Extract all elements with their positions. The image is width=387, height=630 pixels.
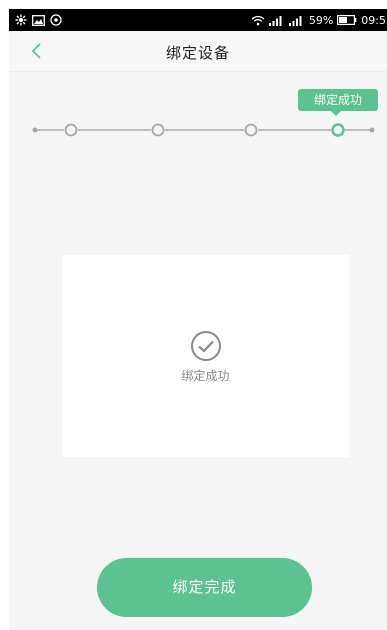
- result-card: 绑定成功: [62, 255, 349, 457]
- result-label: 绑定成功: [181, 369, 230, 383]
- status-bar-right: 59% 09:55: [251, 12, 387, 28]
- step-end-dot: [369, 127, 375, 133]
- step-node-2: [151, 123, 165, 137]
- signal-icon: [268, 15, 282, 26]
- battery-percent: 59%: [308, 13, 334, 27]
- battery-icon: [337, 15, 357, 25]
- status-time: 09:55: [361, 13, 387, 27]
- page-title: 绑定设备: [165, 44, 230, 62]
- check-circle-icon: [191, 331, 221, 361]
- step-node-1: [64, 123, 78, 137]
- status-bar-left: [15, 12, 62, 28]
- status-bar: 59% 09:55: [9, 9, 387, 31]
- progress-stepper: 绑定成功: [9, 89, 387, 149]
- stepper-track: [32, 123, 375, 137]
- step-node-4: [331, 123, 345, 137]
- signal-icon-2: [288, 15, 302, 26]
- shield-icon: [50, 14, 62, 26]
- notification-icon: [15, 14, 27, 26]
- complete-button[interactable]: 绑定完成: [97, 558, 312, 617]
- step-node-3: [244, 123, 258, 137]
- gallery-icon: [32, 14, 45, 26]
- wifi-icon: [251, 15, 265, 25]
- nav-header: 绑定设备: [9, 31, 387, 72]
- app-frame: 59% 09:55 绑定设备 绑定成功 绑定成功 绑定完成: [9, 9, 387, 630]
